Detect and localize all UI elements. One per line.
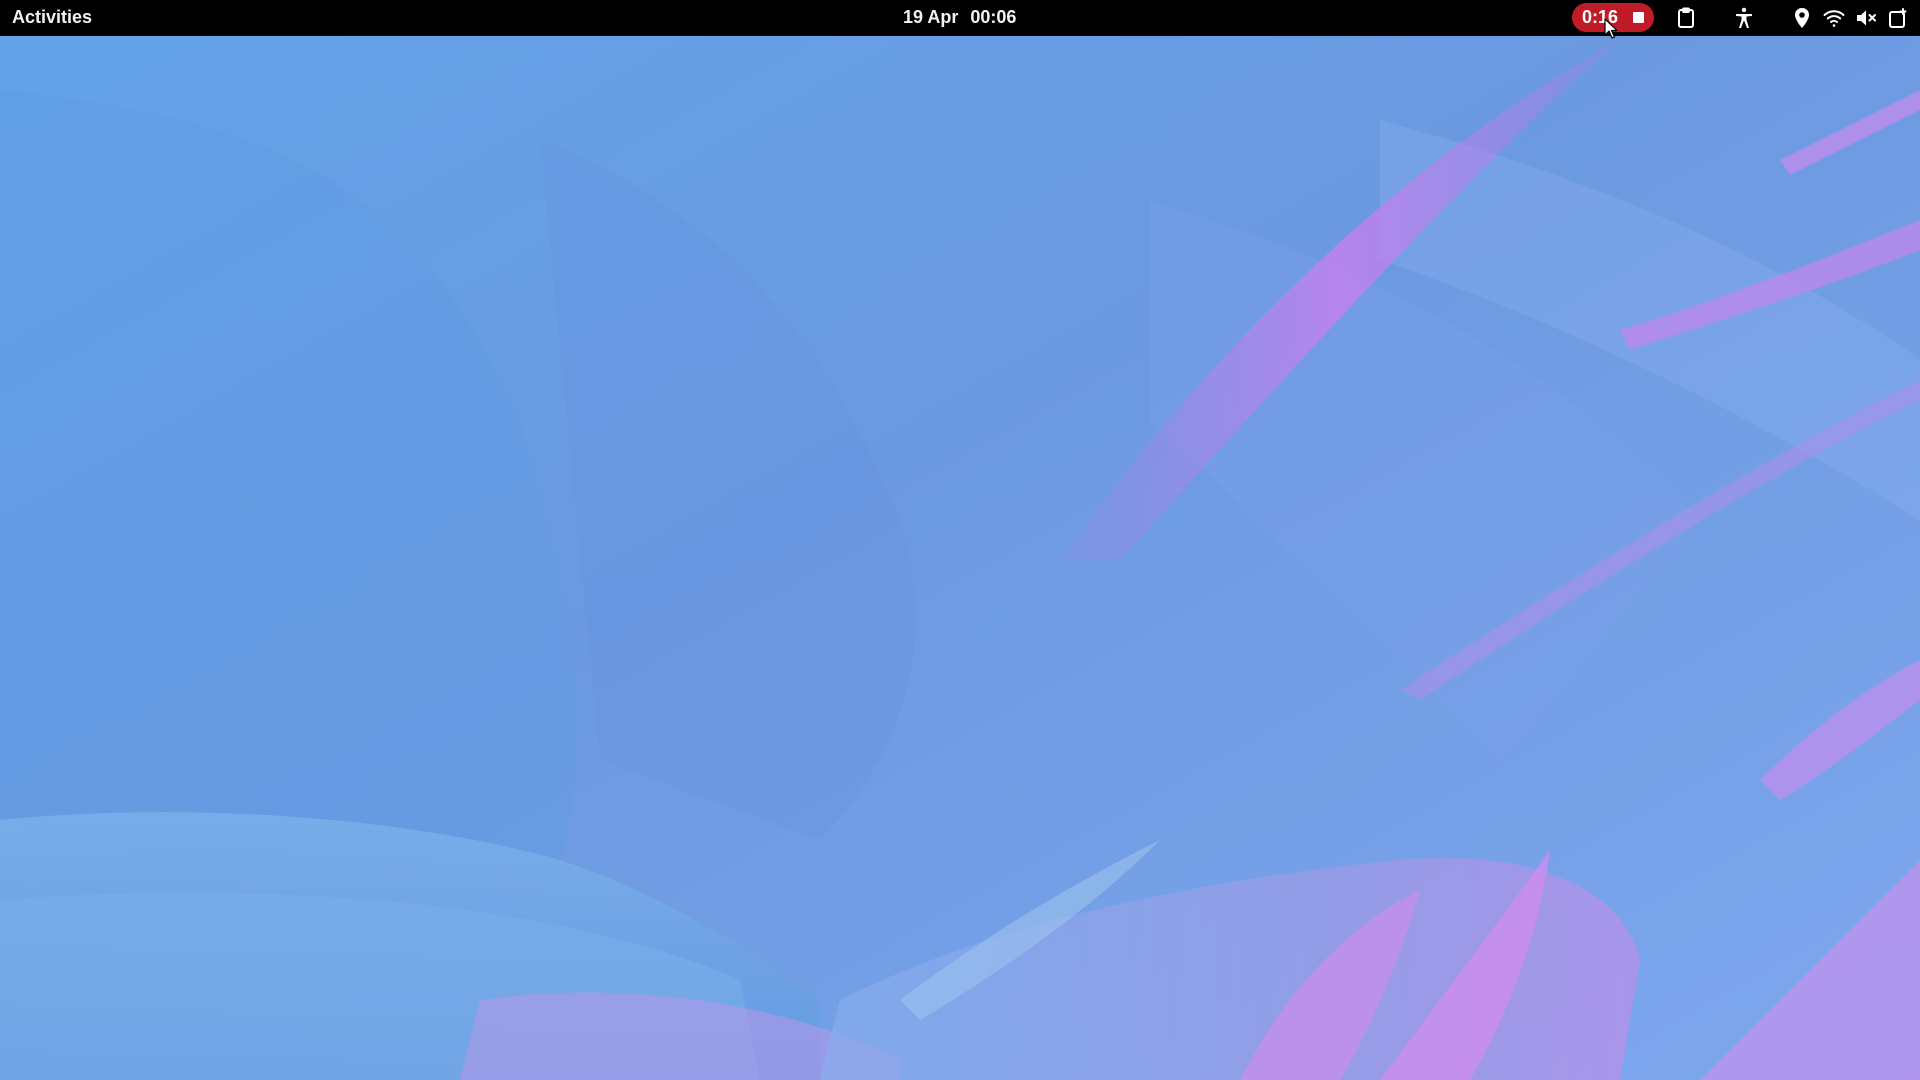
desktop-wallpaper <box>0 0 1920 1080</box>
clock-date: 19 Apr <box>903 7 959 27</box>
top-bar: Activities 19 Apr 00:06 0:16 <box>0 0 1920 36</box>
activities-button[interactable]: Activities <box>4 0 100 36</box>
clock-time: 00:06 <box>970 7 1017 27</box>
wifi-icon[interactable] <box>1822 6 1846 30</box>
clock-menu-button[interactable]: 19 Apr 00:06 <box>895 0 1024 36</box>
desktop[interactable]: Activities 19 Apr 00:06 0:16 <box>0 0 1920 1080</box>
power-icon[interactable] <box>1886 6 1910 30</box>
volume-muted-icon[interactable] <box>1854 6 1878 30</box>
location-icon[interactable] <box>1790 6 1814 30</box>
stop-icon <box>1633 12 1645 23</box>
clipboard-icon[interactable] <box>1674 6 1698 30</box>
accessibility-icon[interactable] <box>1732 6 1756 30</box>
mouse-cursor-icon <box>1604 18 1618 39</box>
